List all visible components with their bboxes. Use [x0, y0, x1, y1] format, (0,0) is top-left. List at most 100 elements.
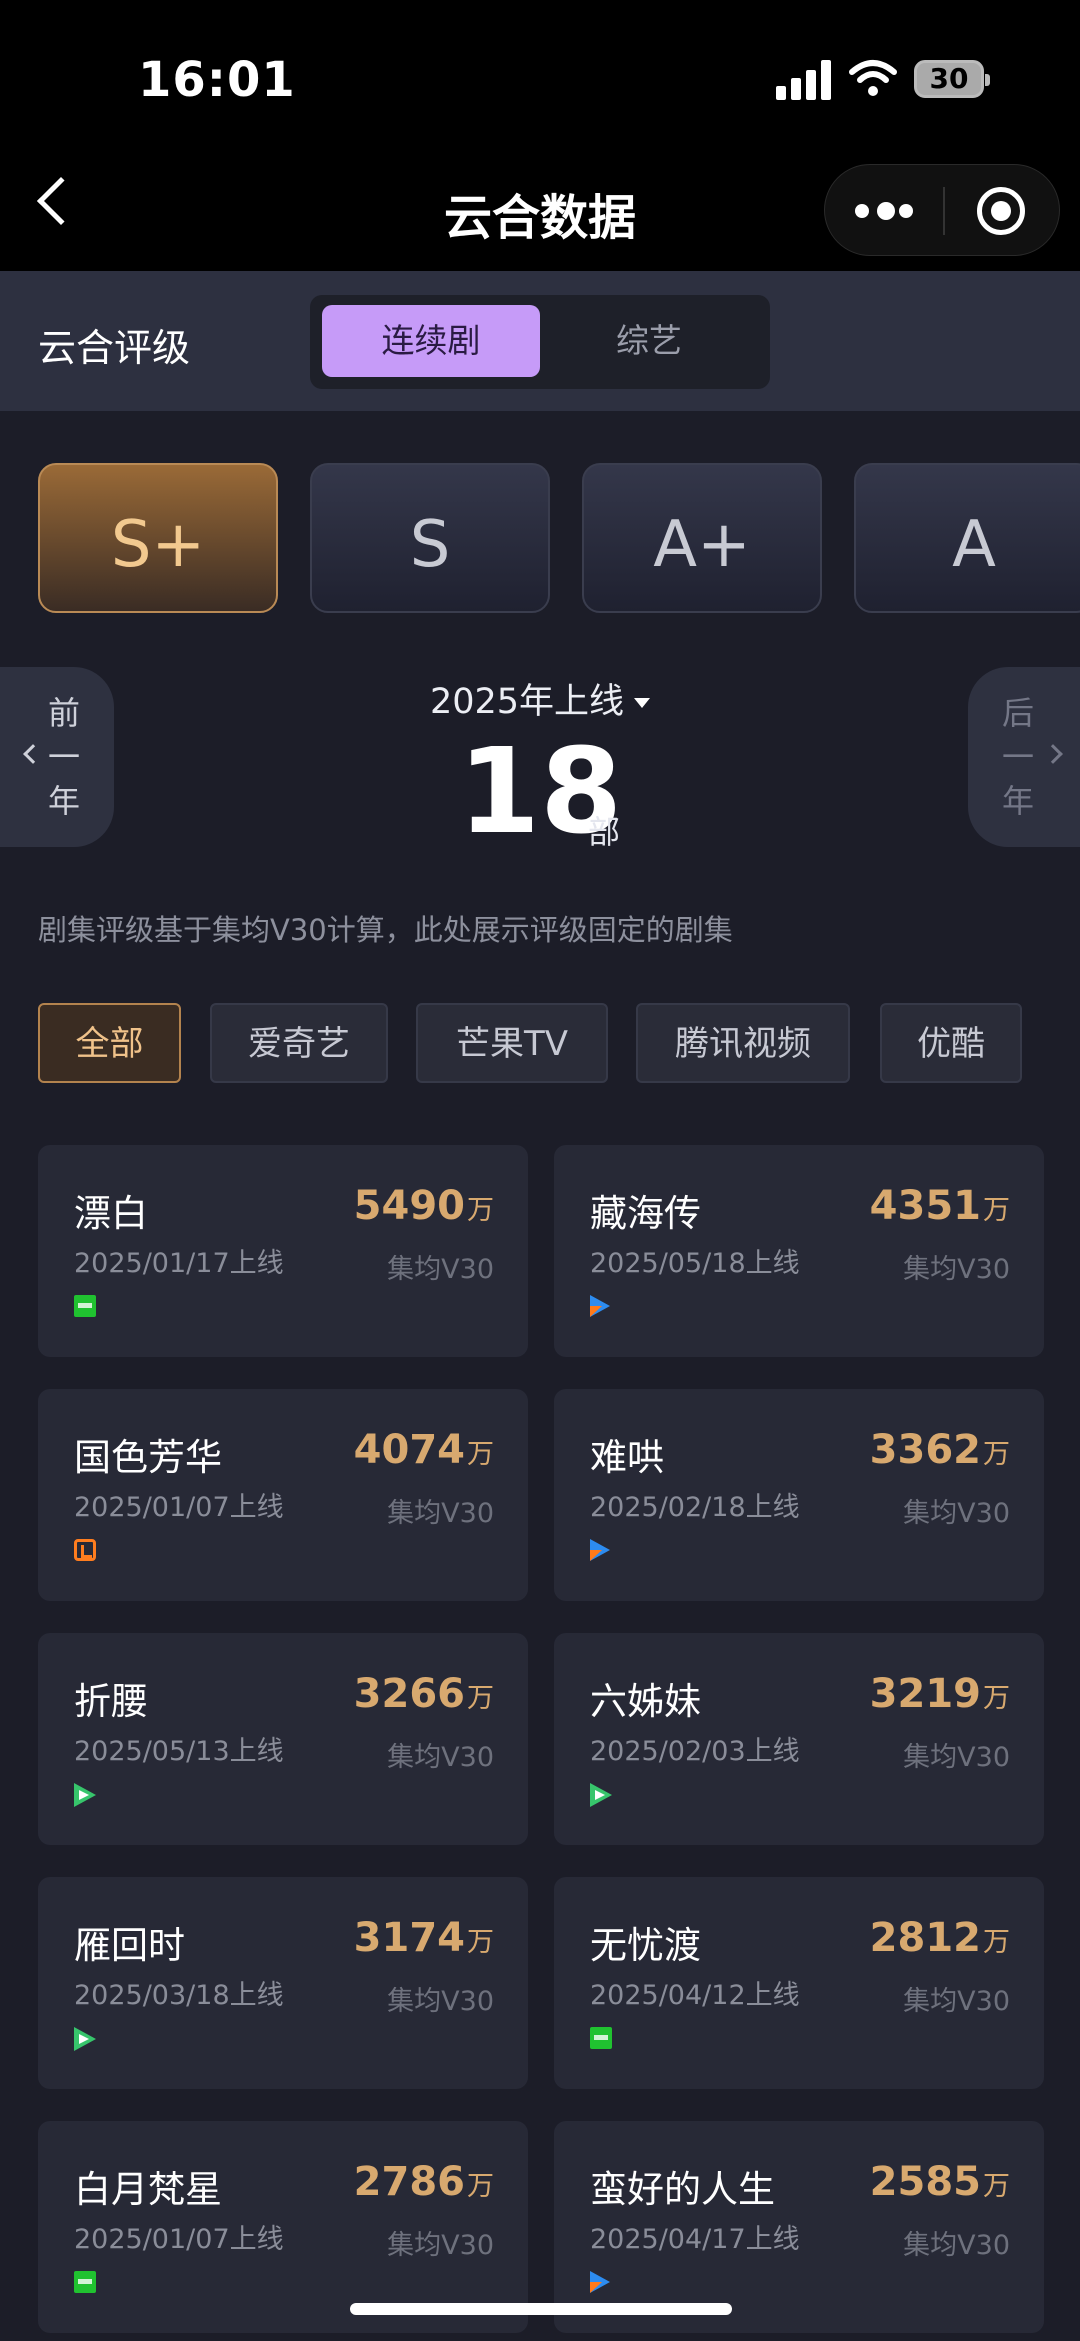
- show-card[interactable]: 国色芳华 2025/01/07上线 4074万集均V30: [38, 1389, 528, 1601]
- value-unit: 万: [983, 1195, 1010, 1226]
- show-v30-number: 3266: [353, 1671, 465, 1717]
- tencent-video-icon: [74, 2027, 96, 2051]
- value-unit: 万: [467, 2171, 494, 2202]
- show-card[interactable]: 漂白 2025/01/17上线 5490万 集均V30: [38, 1145, 528, 1357]
- show-release-date: 2025/03/18上线: [74, 1980, 284, 2011]
- iqiyi-icon: [74, 1295, 96, 1317]
- show-title: 藏海传: [590, 1192, 701, 1235]
- show-card[interactable]: 难哄 2025/02/18上线 3362万 集均V30: [554, 1389, 1044, 1601]
- chevron-right-icon: [1043, 744, 1063, 764]
- grade-tab-a-plus[interactable]: A+: [582, 463, 822, 613]
- show-release-date: 2025/01/07上线: [74, 1492, 284, 1523]
- iqiyi-icon: [74, 2271, 96, 2293]
- metric-label: 集均V30: [903, 1742, 1010, 1773]
- show-v30-value: 2786万: [354, 2159, 494, 2205]
- tab-series[interactable]: 连续剧: [322, 305, 540, 377]
- year-dropdown[interactable]: 2025年上线: [0, 673, 1080, 724]
- section-title: 云合评级: [38, 326, 191, 370]
- metric-label: 集均V30: [903, 2230, 1010, 2261]
- show-v30-number: 3362: [869, 1427, 981, 1473]
- youku-icon: [590, 1539, 610, 1561]
- grade-tab-s[interactable]: S: [310, 463, 550, 613]
- home-indicator: [350, 2303, 732, 2315]
- show-v30-value: 2812万: [870, 1915, 1010, 1961]
- show-title: 无忧渡: [590, 1924, 701, 1967]
- top-bar: 16:01 30 云合数据: [0, 0, 1080, 271]
- show-v30-value: 3362万: [870, 1427, 1010, 1473]
- iqiyi-icon: [590, 2027, 612, 2049]
- miniprogram-capsule: [824, 164, 1060, 256]
- chevron-left-icon: [23, 744, 43, 764]
- show-release-date: 2025/04/12上线: [590, 1980, 800, 2011]
- cellular-signal-icon: [776, 60, 834, 100]
- show-release-date: 2025/01/07上线: [74, 2224, 284, 2255]
- show-card[interactable]: 无忧渡 2025/04/12上线 2812万集均V30: [554, 1877, 1044, 2089]
- show-title: 六姊妹: [590, 1680, 701, 1723]
- youku-icon: [590, 2271, 610, 2293]
- show-card[interactable]: 藏海传 2025/05/18上线 4351万 集均V30: [554, 1145, 1044, 1357]
- show-release-date: 2025/05/18上线: [590, 1248, 800, 1279]
- show-v30-value: 5490万: [354, 1183, 494, 1229]
- grade-tab-s-plus[interactable]: S+: [38, 463, 278, 613]
- filter-iqiyi[interactable]: 爱奇艺: [210, 1003, 388, 1083]
- value-unit: 万: [983, 1439, 1010, 1470]
- show-release-date: 2025/04/17上线: [590, 2224, 800, 2255]
- more-icon[interactable]: [855, 197, 917, 225]
- metric-label: 集均V30: [903, 1498, 1010, 1529]
- show-release-date: 2025/05/13上线: [74, 1736, 284, 1767]
- filter-mango-tv[interactable]: 芒果TV: [416, 1003, 608, 1083]
- tab-variety[interactable]: 综艺: [540, 305, 758, 377]
- show-v30-value: 4074万: [354, 1427, 494, 1473]
- metric-label: 集均V30: [387, 1254, 494, 1285]
- tencent-video-icon: [74, 1783, 96, 1807]
- grade-tab-a[interactable]: A: [854, 463, 1080, 613]
- value-unit: 万: [467, 1927, 494, 1958]
- battery-level: 30: [929, 62, 969, 95]
- value-unit: 万: [983, 1927, 1010, 1958]
- capsule-divider: [943, 187, 945, 235]
- show-v30-number: 4351: [869, 1183, 981, 1229]
- youku-icon: [590, 1295, 610, 1317]
- show-v30-value: 4351万: [870, 1183, 1010, 1229]
- show-release-date: 2025/02/18上线: [590, 1492, 800, 1523]
- show-card[interactable]: 雁回时 2025/03/18上线 3174万 集均V30: [38, 1877, 528, 2089]
- value-unit: 万: [467, 1439, 494, 1470]
- show-count-unit: 部: [588, 813, 621, 851]
- show-card[interactable]: 白月梵星 2025/01/07上线 2786万集均V30: [38, 2121, 528, 2333]
- filter-all[interactable]: 全部: [38, 1003, 181, 1083]
- filter-youku[interactable]: 优酷: [880, 1003, 1022, 1083]
- status-time: 16:01: [138, 52, 296, 108]
- show-release-date: 2025/01/17上线: [74, 1248, 284, 1279]
- show-card[interactable]: 折腰 2025/05/13上线 3266万 集均V30: [38, 1633, 528, 1845]
- metric-label: 集均V30: [387, 1986, 494, 2017]
- show-card[interactable]: 蛮好的人生 2025/04/17上线 2585万 集均V30: [554, 2121, 1044, 2333]
- show-title: 白月梵星: [74, 2168, 222, 2211]
- show-release-date: 2025/02/03上线: [590, 1736, 800, 1767]
- prev-year-char: 一: [47, 738, 80, 776]
- mango-tv-icon: [74, 1539, 96, 1561]
- rating-header: 云合评级 连续剧 综艺: [0, 271, 1080, 411]
- battery-icon: 30: [914, 60, 990, 98]
- show-v30-number: 2812: [869, 1915, 981, 1961]
- show-v30-number: 3174: [353, 1915, 465, 1961]
- metric-label: 集均V30: [387, 2230, 494, 2261]
- show-v30-number: 2786: [353, 2159, 465, 2205]
- category-switch: 连续剧 综艺: [310, 295, 770, 389]
- show-v30-value: 3174万: [354, 1915, 494, 1961]
- show-card[interactable]: 六姊妹 2025/02/03上线 3219万集均V30: [554, 1633, 1044, 1845]
- close-miniprogram-icon[interactable]: [977, 187, 1025, 235]
- show-v30-value: 2585万: [870, 2159, 1010, 2205]
- rating-note: 剧集评级基于集均V30计算，此处展示评级固定的剧集: [38, 913, 733, 947]
- value-unit: 万: [467, 1195, 494, 1226]
- metric-label: 集均V30: [387, 1498, 494, 1529]
- year-dropdown-label: 2025年上线: [429, 682, 625, 722]
- show-v30-value: 3266万: [354, 1671, 494, 1717]
- wifi-icon: [849, 60, 897, 96]
- show-v30-value: 3219万: [870, 1671, 1010, 1717]
- value-unit: 万: [467, 1683, 494, 1714]
- show-v30-number: 2585: [869, 2159, 981, 2205]
- show-title: 国色芳华: [74, 1436, 222, 1479]
- filter-tencent-video[interactable]: 腾讯视频: [636, 1003, 850, 1083]
- metric-label: 集均V30: [387, 1742, 494, 1773]
- metric-label: 集均V30: [903, 1986, 1010, 2017]
